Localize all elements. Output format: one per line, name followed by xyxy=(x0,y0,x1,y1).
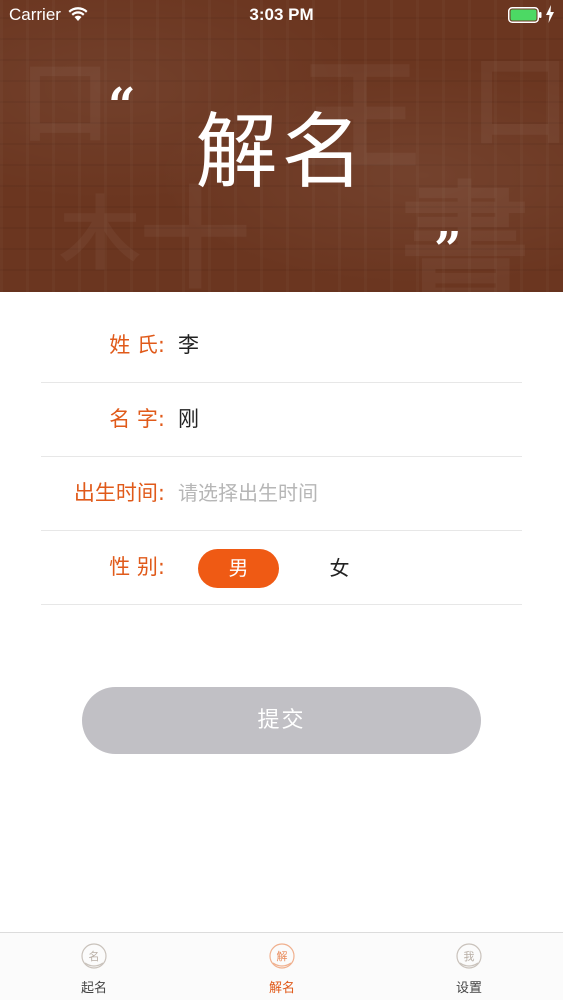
settings-seal-icon: 我 xyxy=(456,943,482,969)
gender-label: 性 别: xyxy=(109,555,165,579)
gender-male-option[interactable]: 男 xyxy=(198,549,279,588)
naming-seal-icon: 名 xyxy=(81,943,107,969)
gender-female-option[interactable]: 女 xyxy=(299,549,380,588)
charging-bolt-icon xyxy=(546,5,554,23)
svg-text:我: 我 xyxy=(464,950,475,963)
given-name-row: 名 字: 刚 xyxy=(41,382,522,457)
given-name-input[interactable]: 刚 xyxy=(178,382,199,457)
surname-label: 姓 氏: xyxy=(109,333,165,357)
given-name-label: 名 字: xyxy=(109,407,165,431)
page-title: 解名 xyxy=(195,105,368,200)
tab-naming[interactable]: 名 起名 xyxy=(34,933,154,1000)
svg-text:名: 名 xyxy=(89,949,100,963)
status-bar: Carrier 3:03 PM xyxy=(0,0,563,30)
submit-button[interactable]: 提交 xyxy=(82,687,481,754)
tab-interpret-label: 解名 xyxy=(268,981,295,996)
tab-bar: 名 起名 解 解名 我 设置 xyxy=(0,932,563,1000)
interpret-seal-icon: 解 xyxy=(269,943,295,969)
birth-time-label: 出生时间: xyxy=(73,481,165,505)
surname-input[interactable]: 李 xyxy=(178,308,199,383)
tab-naming-label: 起名 xyxy=(80,981,107,996)
svg-text:解: 解 xyxy=(277,949,288,963)
battery-icon xyxy=(508,7,542,23)
status-time: 3:03 PM xyxy=(249,5,314,24)
header-banner: 口 十 王 書 口 木 Carrier 3:03 PM “ 解名 ” xyxy=(0,0,563,292)
birth-time-picker[interactable]: 请选择出生时间 xyxy=(178,456,318,531)
tab-settings[interactable]: 我 设置 xyxy=(409,933,529,1000)
close-quote-mark: ” xyxy=(434,222,462,278)
gender-row: 性 别: 男 女 xyxy=(41,530,522,605)
tab-settings-label: 设置 xyxy=(455,981,482,996)
surname-row: 姓 氏: 李 xyxy=(41,308,522,383)
tab-interpret[interactable]: 解 解名 xyxy=(222,933,342,1000)
birth-time-row: 出生时间: 请选择出生时间 xyxy=(41,456,522,531)
